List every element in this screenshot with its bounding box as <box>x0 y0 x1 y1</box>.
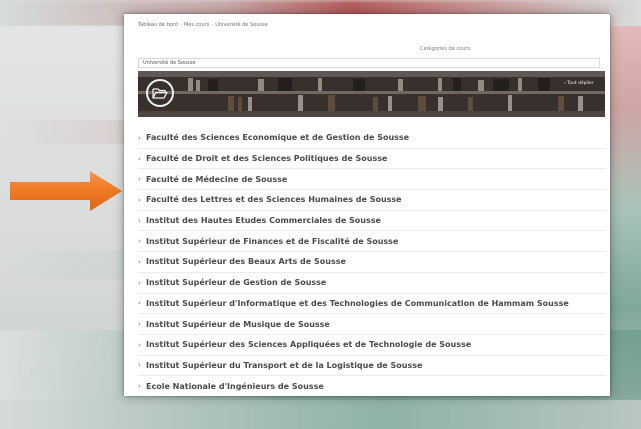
chevron-right-icon: › <box>138 257 141 266</box>
chevron-right-icon: › <box>138 216 141 225</box>
category-item-label: Faculté de Médecine de Sousse <box>146 174 288 184</box>
category-item-label: Institut Supérieur des Beaux Arts de Sou… <box>146 257 346 267</box>
category-item[interactable]: › Institut des Hautes Etudes Commerciales… <box>138 211 606 232</box>
chevron-right-icon: › <box>138 340 141 349</box>
category-list: › Faculté des Sciences Economique et de G… <box>138 128 606 396</box>
folder-open-icon <box>146 79 174 107</box>
category-item[interactable]: › Faculté des Lettres et des Sciences Hum… <box>138 190 606 211</box>
category-item-label: Institut Supérieur de Finances et de Fis… <box>146 236 399 246</box>
category-item-label: Faculté des Sciences Economique et de Ge… <box>146 133 410 143</box>
category-item[interactable]: › Institut Supérieur de Gestion de Sousse <box>138 273 606 294</box>
category-item[interactable]: › Institut Supérieur des Sciences Appliqu… <box>138 335 606 356</box>
orange-arrow-icon <box>10 171 122 211</box>
chevron-right-icon: › <box>138 382 141 391</box>
breadcrumb: Tableau de bord › Mes cours › Université de … <box>138 22 268 28</box>
chevron-right-icon: › <box>138 154 141 163</box>
category-item[interactable]: › Ecole Nationale d'Ingénieurs de Sousse <box>138 376 606 396</box>
chevron-right-icon: › <box>138 299 141 308</box>
category-item-label: Institut des Hautes Etudes Commerciales … <box>146 216 381 226</box>
chevron-right-icon: › <box>138 175 141 184</box>
category-item[interactable]: › Institut Supérieur de Musique de Sousse <box>138 314 606 335</box>
category-item[interactable]: › Faculté de Droit et des Sciences Politi… <box>138 149 606 170</box>
category-item[interactable]: › Faculté de Médecine de Sousse <box>138 169 606 191</box>
breadcrumb-my-courses[interactable]: Mes cours <box>184 22 209 28</box>
expand-all-label: Tout déplier <box>567 81 594 86</box>
breadcrumb-current[interactable]: Université de Sousse <box>215 22 267 28</box>
chevron-right-icon: › <box>138 195 141 204</box>
chevron-right-icon: › <box>138 133 141 142</box>
category-item-label: Institut Supérieur de Musique de Sousse <box>146 319 330 329</box>
category-item-label: Institut Supérieur des Sciences Appliqué… <box>146 340 472 350</box>
category-item[interactable]: › Institut Supérieur du Transport et de l… <box>138 356 606 377</box>
category-select[interactable]: Université de Sousse <box>138 58 600 68</box>
background-bottom-band <box>0 395 641 429</box>
chevron-right-icon: › <box>138 361 141 370</box>
category-item[interactable]: › Faculté des Sciences Economique et de G… <box>138 128 606 149</box>
category-item[interactable]: › Institut Supérieur de Finances et de Fi… <box>138 231 606 253</box>
category-item-label: Faculté de Droit et des Sciences Politiq… <box>146 154 388 164</box>
category-item-label: Faculté des Lettres et des Sciences Huma… <box>146 195 402 205</box>
category-item-label: Ecole Nationale d'Ingénieurs de Sousse <box>146 381 324 391</box>
chevron-right-icon: › <box>138 278 141 287</box>
breadcrumb-dashboard[interactable]: Tableau de bord <box>138 22 178 28</box>
category-item[interactable]: › Institut Supérieur des Beaux Arts de So… <box>138 252 606 273</box>
category-item-label: Institut Supérieur d'Informatique et des… <box>146 298 569 308</box>
banner-overlay <box>138 71 605 117</box>
category-banner: › Tout déplier <box>138 71 605 117</box>
category-label: Catégories de cours: <box>420 46 472 52</box>
expand-all-link[interactable]: › Tout déplier <box>564 81 594 86</box>
category-item-label: Institut Supérieur de Gestion de Sousse <box>146 278 327 288</box>
category-item[interactable]: › Institut Supérieur d'Informatique et de… <box>138 294 606 315</box>
chevron-right-icon: › <box>138 237 141 246</box>
course-categories-panel: Tableau de bord › Mes cours › Université de … <box>124 14 610 396</box>
category-item-label: Institut Supérieur du Transport et de la… <box>146 360 423 370</box>
chevron-right-icon: › <box>138 320 141 329</box>
